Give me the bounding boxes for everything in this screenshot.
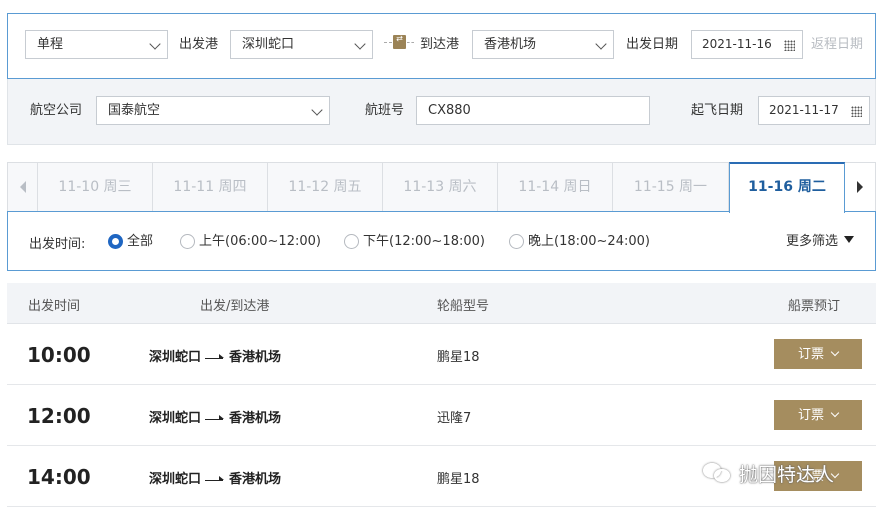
filter-option-label: 全部	[127, 234, 154, 249]
filter-all-radio[interactable]: 全部	[108, 233, 153, 250]
date-tab[interactable]: 11-11 周四	[153, 162, 268, 212]
date-tab-active[interactable]: 11-16 周二	[729, 162, 845, 213]
route-to: 香港机场	[229, 472, 282, 487]
calendar-icon	[784, 40, 795, 51]
depart-date-value: 2021-11-16	[702, 37, 772, 51]
airline-label: 航空公司	[30, 103, 83, 118]
depart-date-label: 出发日期	[626, 37, 679, 52]
radio-icon	[509, 234, 524, 249]
depart-port-select[interactable]: 深圳蛇口	[230, 30, 373, 59]
takeoff-date-label: 起飞日期	[691, 103, 744, 118]
route: 深圳蛇口 香港机场	[149, 468, 281, 487]
chevron-down-icon	[830, 408, 840, 418]
flight-no-value: CX880	[428, 103, 471, 118]
swap-dash-right	[407, 42, 414, 43]
vessel-model: 迅隆7	[437, 411, 472, 426]
header-booking: 船票预订	[788, 299, 841, 314]
filter-label: 出发时间:	[29, 237, 86, 252]
arrive-port-label: 到达港	[420, 37, 460, 52]
chevron-down-icon	[311, 104, 323, 116]
more-filters-button[interactable]: 更多筛选	[786, 233, 854, 250]
route: 深圳蛇口 香港机场	[149, 346, 281, 365]
arrow-right-icon	[205, 475, 225, 485]
date-tab[interactable]: 11-14 周日	[498, 162, 613, 212]
filter-afternoon-radio[interactable]: 下午(12:00~18:00)	[344, 233, 485, 250]
watermark-text: 抛因特达人	[739, 464, 835, 486]
route-from: 深圳蛇口	[149, 472, 202, 487]
arrive-port-value: 香港机场	[484, 37, 537, 52]
book-label: 订票	[797, 346, 824, 361]
caret-down-icon	[844, 236, 854, 243]
filter-option-label: 晚上(18:00~24:00)	[528, 234, 650, 249]
time-filter-bar: 出发时间: 全部 上午(06:00~12:00) 下午(12:00~18:00)…	[7, 211, 876, 271]
date-tab[interactable]: 11-10 周三	[38, 162, 153, 212]
depart-date-input[interactable]: 2021-11-16	[691, 30, 803, 59]
depart-port-value: 深圳蛇口	[242, 37, 295, 52]
arrive-port-select[interactable]: 香港机场	[472, 30, 614, 59]
filter-evening-radio[interactable]: 晚上(18:00~24:00)	[509, 233, 650, 250]
date-tab[interactable]: 11-12 周五	[268, 162, 383, 212]
trip-type-value: 单程	[37, 37, 64, 52]
depart-time: 12:00	[27, 404, 91, 428]
calendar-icon	[851, 106, 862, 117]
chevron-down-icon	[595, 38, 607, 50]
radio-selected-icon	[108, 234, 123, 249]
flight-no-input[interactable]: CX880	[416, 96, 650, 125]
header-route: 出发/到达港	[200, 299, 270, 314]
takeoff-date-value: 2021-11-17	[769, 103, 839, 117]
header-vessel: 轮船型号	[437, 299, 490, 314]
takeoff-date-input[interactable]: 2021-11-17	[758, 96, 870, 125]
route-to: 香港机场	[229, 411, 282, 426]
chevron-down-icon	[830, 347, 840, 357]
arrow-left-icon	[19, 181, 26, 193]
route-from: 深圳蛇口	[149, 411, 202, 426]
date-tabs: 11-10 周三 11-11 周四 11-12 周五 11-13 周六 11-1…	[7, 162, 876, 213]
book-ticket-button[interactable]: 订票	[774, 339, 862, 369]
chevron-down-icon	[354, 38, 366, 50]
flight-no-label: 航班号	[365, 103, 405, 118]
route: 深圳蛇口 香港机场	[149, 407, 281, 426]
results-table-header: 出发时间 出发/到达港 轮船型号 船票预订	[7, 283, 876, 324]
trip-type-select[interactable]: 单程	[25, 30, 168, 59]
airline-value: 国泰航空	[108, 103, 161, 118]
swap-icon: ⇄	[393, 35, 406, 49]
prev-dates-button[interactable]	[7, 162, 38, 212]
book-ticket-button[interactable]: 订票	[774, 400, 862, 430]
table-row: 10:00 深圳蛇口 香港机场 鹏星18 订票	[7, 324, 876, 385]
date-tab[interactable]: 11-13 周六	[383, 162, 498, 212]
route-from: 深圳蛇口	[149, 350, 202, 365]
filter-option-label: 上午(06:00~12:00)	[199, 234, 321, 249]
vessel-model: 鹏星18	[437, 472, 480, 487]
table-row: 12:00 深圳蛇口 香港机场 迅隆7 订票	[7, 385, 876, 446]
vessel-model: 鹏星18	[437, 350, 480, 365]
filter-morning-radio[interactable]: 上午(06:00~12:00)	[180, 233, 321, 250]
arrow-right-icon	[857, 181, 863, 193]
chevron-down-icon	[149, 38, 161, 50]
flight-info-panel: 航空公司 国泰航空 航班号 CX880 起飞日期 2021-11-17	[7, 79, 876, 145]
swap-ports-button[interactable]: ⇄	[384, 35, 414, 51]
wechat-icon	[703, 462, 733, 484]
return-date-placeholder[interactable]: 返程日期	[811, 30, 863, 59]
header-depart-time: 出发时间	[28, 299, 81, 314]
next-dates-button[interactable]	[845, 162, 876, 212]
airline-select[interactable]: 国泰航空	[96, 96, 330, 125]
route-to: 香港机场	[229, 350, 282, 365]
depart-time: 14:00	[27, 465, 91, 489]
filter-option-label: 下午(12:00~18:00)	[363, 234, 485, 249]
route-search-panel: 单程 出发港 深圳蛇口 ⇄ 到达港 香港机场 出发日期 2021-11-16 返…	[7, 13, 876, 79]
arrow-right-icon	[205, 414, 225, 424]
radio-icon	[180, 234, 195, 249]
date-tab[interactable]: 11-15 周一	[613, 162, 729, 212]
swap-dash-left	[384, 42, 392, 43]
book-label: 订票	[797, 407, 824, 422]
watermark: 抛因特达人	[703, 460, 834, 487]
depart-time: 10:00	[27, 343, 91, 367]
depart-port-label: 出发港	[179, 37, 219, 52]
more-filters-label: 更多筛选	[785, 234, 838, 249]
arrow-right-icon	[205, 353, 225, 363]
radio-icon	[344, 234, 359, 249]
